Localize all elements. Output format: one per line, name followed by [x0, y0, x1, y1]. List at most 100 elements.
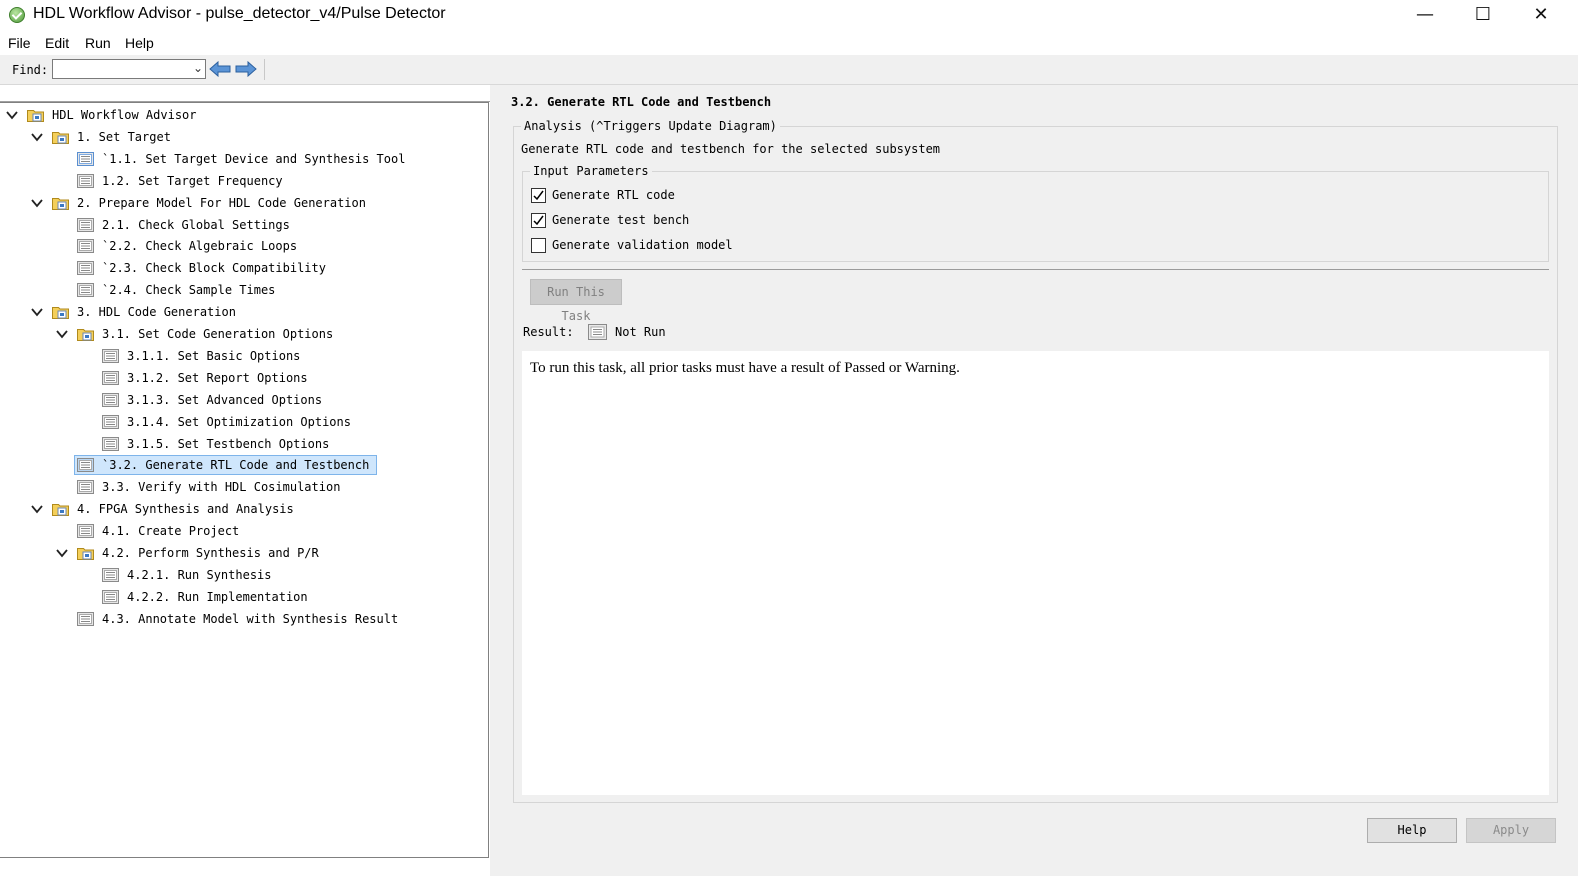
chevron-down-icon[interactable]: [31, 306, 43, 318]
task-icon: [77, 261, 94, 276]
toolbar-separator: [264, 59, 265, 80]
tree-item-label: 1. Set Target: [77, 129, 171, 144]
chevron-down-icon[interactable]: [31, 503, 43, 515]
task-icon: [102, 348, 119, 363]
minimize-button[interactable]: —: [1396, 0, 1454, 30]
tree-item-4-2-perform-synthesis-and-p-r[interactable]: 4.2. Perform Synthesis and P/R: [0, 543, 487, 563]
chevron-down-icon[interactable]: [31, 131, 43, 143]
task-icon: [102, 392, 119, 407]
tree-item-2-2-check-algebraic-loops[interactable]: `2.2. Check Algebraic Loops: [0, 236, 487, 256]
find-label: Find:: [12, 63, 49, 77]
tree-item-1-1-set-target-device-and-synthesis-tool[interactable]: `1.1. Set Target Device and Synthesis To…: [0, 149, 487, 169]
tree-item-label: 4.1. Create Project: [102, 524, 240, 539]
tree-item-label: 4.2. Perform Synthesis and P/R: [102, 546, 319, 560]
tree-item-4-2-1-run-synthesis[interactable]: 4.2.1. Run Synthesis: [0, 565, 487, 585]
tree-item-3-1-set-code-generation-options[interactable]: 3.1. Set Code Generation Options: [0, 324, 487, 344]
tree-item-3-3-verify-with-hdl-cosimulation[interactable]: 3.3. Verify with HDL Cosimulation: [0, 477, 487, 497]
task-icon: [102, 370, 119, 385]
chevron-down-icon[interactable]: [56, 547, 68, 559]
tree-item-label: 4.3. Annotate Model with Synthesis Resul…: [102, 611, 399, 626]
task-icon: [77, 611, 94, 626]
task-icon: [102, 436, 119, 451]
tree-item-label: 3.1.5. Set Testbench Options: [127, 436, 330, 451]
tree-item-4-fpga-synthesis-and-analysis[interactable]: 4. FPGA Synthesis and Analysis: [0, 499, 487, 519]
tree-item-1-set-target[interactable]: 1. Set Target: [0, 127, 487, 147]
chevron-down-icon[interactable]: [56, 328, 68, 340]
tree-item-3-1-1-set-basic-options[interactable]: 3.1.1. Set Basic Options: [0, 346, 487, 366]
tree-item-label: 4.2.2. Run Implementation: [127, 589, 308, 604]
task-icon: [77, 217, 94, 232]
task-icon: [102, 589, 119, 604]
generate-validation-model-checkbox[interactable]: [531, 238, 546, 253]
folder-icon: [77, 329, 94, 341]
not-run-icon: [588, 324, 607, 340]
task-title: 3.2. Generate RTL Code and Testbench: [511, 95, 772, 109]
result-value: Not Run: [615, 325, 666, 339]
tree-item-2-1-check-global-settings[interactable]: 2.1. Check Global Settings: [0, 215, 487, 235]
run-this-task-button[interactable]: Run This Task: [530, 279, 622, 323]
apply-button[interactable]: Apply: [1466, 818, 1556, 843]
folder-icon: [52, 504, 69, 517]
tree-item-label: 2. Prepare Model For HDL Code Generation: [77, 195, 366, 210]
task-icon: [77, 283, 94, 298]
tree-item-label: 3. HDL Code Generation: [77, 305, 236, 320]
folder-icon: [52, 197, 69, 210]
find-input[interactable]: ⌄: [52, 59, 206, 79]
tree-item-hdl-workflow-advisor[interactable]: HDL Workflow Advisor: [0, 105, 487, 125]
folder-icon: [52, 307, 69, 320]
tree-item-1-2-set-target-frequency[interactable]: 1.2. Set Target Frequency: [0, 171, 487, 191]
chevron-down-icon[interactable]: ⌄: [193, 61, 203, 75]
tree-item-3-1-5-set-testbench-options[interactable]: 3.1.5. Set Testbench Options: [0, 434, 487, 454]
task-icon: [77, 480, 94, 495]
generate-test-bench-checkbox[interactable]: [531, 213, 546, 228]
tree-item-3-1-2-set-report-options[interactable]: 3.1.2. Set Report Options: [0, 368, 487, 388]
tree-item-label: 3.1. Set Code Generation Options: [102, 327, 334, 341]
tree-item-label: 1.2. Set Target Frequency: [102, 173, 283, 188]
menu-run[interactable]: Run: [85, 35, 111, 51]
result-label: Result:: [523, 325, 574, 339]
menu-edit[interactable]: Edit: [45, 35, 69, 51]
tree-item-3-1-4-set-optimization-options[interactable]: 3.1.4. Set Optimization Options: [0, 412, 487, 432]
tree-item-label: 3.3. Verify with HDL Cosimulation: [102, 480, 341, 495]
menu-file[interactable]: File: [8, 35, 31, 51]
maximize-button[interactable]: ☐: [1454, 0, 1512, 30]
tree-item-label: 3.1.3. Set Advanced Options: [127, 392, 323, 407]
generate-rtl-code-label: Generate RTL code: [552, 188, 675, 202]
tree-item-label: `1.1. Set Target Device and Synthesis To…: [102, 151, 406, 166]
tree-item-3-2-generate-rtl-code-and-testbench[interactable]: `3.2. Generate RTL Code and Testbench: [0, 455, 487, 476]
tree-item-label: 4.2.1. Run Synthesis: [127, 567, 272, 582]
generate-validation-model-label: Generate validation model: [552, 238, 733, 252]
input-parameters-legend: Input Parameters: [530, 164, 652, 178]
tree-item-label: 3.1.4. Set Optimization Options: [127, 414, 351, 429]
app-check-icon: [9, 7, 25, 23]
generate-test-bench-label: Generate test bench: [552, 213, 690, 227]
chevron-down-icon[interactable]: [6, 109, 18, 121]
task-tree[interactable]: HDL Workflow Advisor 1. Set Target `1.1. S…: [0, 102, 489, 858]
folder-icon: [77, 548, 94, 560]
tree-item-2-prepare-model-for-hdl-code-generation[interactable]: 2. Prepare Model For HDL Code Generation: [0, 193, 487, 213]
folder-icon: [52, 131, 69, 144]
tree-item-label: 3.1.1. Set Basic Options: [127, 348, 301, 363]
tree-item-3-hdl-code-generation[interactable]: 3. HDL Code Generation: [0, 302, 487, 322]
analysis-legend: Analysis (^Triggers Update Diagram): [521, 119, 780, 133]
menu-help[interactable]: Help: [125, 35, 154, 51]
tree-item-2-3-check-block-compatibility[interactable]: `2.3. Check Block Compatibility: [0, 258, 487, 278]
task-details-panel: 3.2. Generate RTL Code and Testbench Ana…: [490, 85, 1578, 876]
tree-item-2-4-check-sample-times[interactable]: `2.4. Check Sample Times: [0, 280, 487, 300]
tree-item-4-3-annotate-model-with-synthesis-result[interactable]: 4.3. Annotate Model with Synthesis Resul…: [0, 609, 487, 629]
tree-item-4-1-create-project[interactable]: 4.1. Create Project: [0, 521, 487, 541]
task-description: Generate RTL code and testbench for the …: [521, 142, 941, 156]
task-icon: [77, 239, 94, 254]
tree-item-label: `3.2. Generate RTL Code and Testbench: [102, 458, 370, 473]
back-arrow-icon[interactable]: [209, 61, 231, 77]
result-message: To run this task, all prior tasks must h…: [530, 360, 960, 376]
task-icon: [102, 414, 119, 429]
help-button[interactable]: Help: [1367, 818, 1457, 843]
tree-item-4-2-2-run-implementation[interactable]: 4.2.2. Run Implementation: [0, 587, 487, 607]
chevron-down-icon[interactable]: [31, 197, 43, 209]
forward-arrow-icon[interactable]: [235, 61, 257, 77]
tree-item-3-1-3-set-advanced-options[interactable]: 3.1.3. Set Advanced Options: [0, 390, 487, 410]
tree-item-label: `2.3. Check Block Compatibility: [102, 261, 326, 276]
generate-rtl-code-checkbox[interactable]: [531, 188, 546, 203]
close-button[interactable]: ✕: [1512, 0, 1570, 30]
